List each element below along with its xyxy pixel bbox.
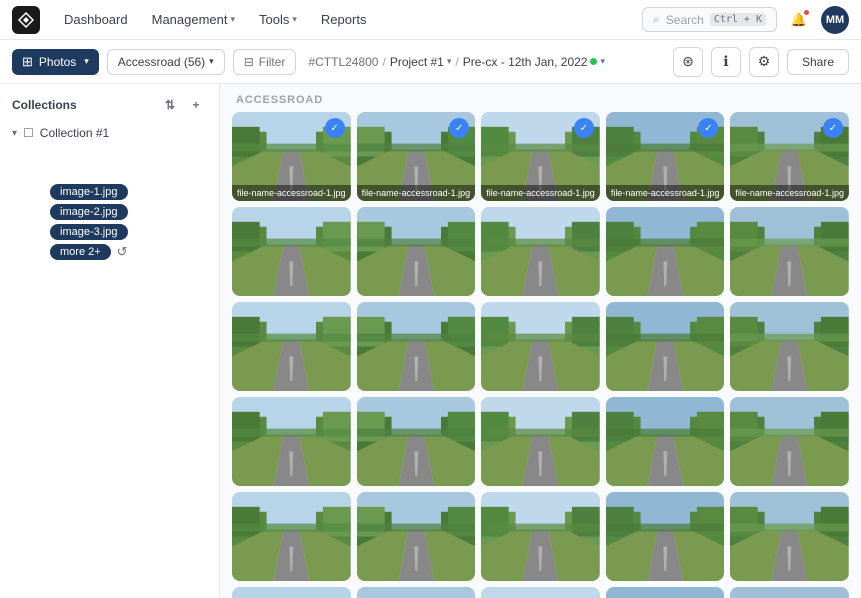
photo-cell[interactable]: [481, 397, 600, 486]
nav-tools[interactable]: Tools ▾: [251, 8, 305, 31]
photo-cell[interactable]: [730, 587, 849, 598]
search-shortcut: Ctrl + K: [710, 13, 766, 26]
photos-icon: ⊞: [22, 54, 33, 70]
check-badge: ✓: [823, 118, 843, 138]
photo-grid: ✓ file-name-accessroad-1.jpg ✓ file-name-a…: [220, 112, 861, 598]
chevron-down-icon: ▾: [231, 14, 236, 25]
photo-cell[interactable]: [357, 207, 476, 296]
photo-cell[interactable]: [481, 302, 600, 391]
add-collection-button[interactable]: +: [185, 94, 207, 116]
main-layout: Collections ⇅ + ▾ ☐ Collection #1 image-…: [0, 84, 861, 598]
search-bar[interactable]: ⌕ Search Ctrl + K: [642, 7, 777, 32]
phase-dropdown[interactable]: Pre-cx - 12th Jan, 2022 ▾: [463, 55, 605, 69]
filter-button[interactable]: ⊟ Filter: [233, 49, 297, 75]
photo-cell[interactable]: [606, 207, 725, 296]
nav-management[interactable]: Management ▾: [144, 8, 243, 31]
photo-cell[interactable]: [606, 302, 725, 391]
check-badge: ✓: [325, 118, 345, 138]
photo-cell[interactable]: [357, 492, 476, 581]
chevron-down-icon: ▾: [292, 14, 297, 25]
settings-button[interactable]: ⚙: [749, 47, 779, 77]
photo-cell[interactable]: [481, 492, 600, 581]
project-dropdown[interactable]: Project #1 ▾: [390, 55, 452, 69]
photo-cell[interactable]: [730, 302, 849, 391]
photo-cell[interactable]: [232, 207, 351, 296]
avatar[interactable]: MM: [821, 6, 849, 34]
collection-item[interactable]: ▾ ☐ Collection #1: [0, 122, 219, 144]
photo-cell[interactable]: [481, 207, 600, 296]
photo-cell[interactable]: [232, 397, 351, 486]
status-dot: [590, 58, 597, 65]
accessroad-dropdown[interactable]: Accessroad (56) ▾: [107, 49, 225, 75]
toolbar: ⊞ Photos ▾ Accessroad (56) ▾ ⊟ Filter #C…: [0, 40, 861, 84]
share-button[interactable]: Share: [787, 49, 849, 75]
info-icon: ℹ: [723, 53, 728, 70]
tags-popup: image-1.jpg image-2.jpg image-3.jpg more…: [50, 184, 128, 260]
photo-cell[interactable]: [730, 207, 849, 296]
tag-image-1[interactable]: image-1.jpg: [50, 184, 128, 200]
photo-cell[interactable]: [606, 492, 725, 581]
refresh-icon[interactable]: ↺: [117, 244, 128, 260]
layers-icon: ⊛: [682, 53, 694, 70]
photo-cell[interactable]: [606, 587, 725, 598]
photo-cell[interactable]: ✓file-name-accessroad-1.jpg: [606, 112, 725, 201]
nav-dashboard[interactable]: Dashboard: [56, 8, 136, 31]
expand-icon: ▾: [12, 128, 17, 139]
nav-reports[interactable]: Reports: [313, 8, 375, 31]
tag-image-3[interactable]: image-3.jpg: [50, 224, 128, 240]
chevron-down-icon: ▾: [209, 56, 214, 67]
photo-cell[interactable]: [357, 397, 476, 486]
photo-cell[interactable]: ✓ file-name-accessroad-1.jpg: [481, 112, 600, 201]
photo-cell[interactable]: [232, 492, 351, 581]
chevron-down-icon: ▾: [600, 56, 605, 67]
photos-button[interactable]: ⊞ Photos ▾: [12, 49, 99, 75]
photo-label: file-name-accessroad-1.jpg: [730, 185, 849, 201]
search-icon: ⌕: [653, 12, 660, 27]
photo-cell[interactable]: ✓file-name-accessroad-1.jpg: [357, 112, 476, 201]
sidebar: Collections ⇅ + ▾ ☐ Collection #1 image-…: [0, 84, 220, 598]
filter-icon: ⊟: [244, 55, 254, 69]
chevron-down-icon: ▾: [84, 56, 89, 67]
top-navigation: Dashboard Management ▾ Tools ▾ Reports ⌕…: [0, 0, 861, 40]
photo-label: file-name-accessroad-1.jpg: [357, 185, 476, 201]
photo-cell[interactable]: [357, 587, 476, 598]
collection-icon: ☐: [23, 126, 34, 140]
photo-cell[interactable]: [481, 587, 600, 598]
layers-button[interactable]: ⊛: [673, 47, 703, 77]
chevron-down-icon: ▾: [447, 56, 452, 67]
photo-label: file-name-accessroad-1.jpg: [606, 185, 725, 201]
tag-image-2[interactable]: image-2.jpg: [50, 204, 128, 220]
photo-cell[interactable]: [730, 492, 849, 581]
app-logo[interactable]: [12, 6, 40, 34]
breadcrumb: #CTTL24800 / Project #1 ▾ / Pre-cx - 12t…: [308, 55, 605, 69]
photo-cell[interactable]: [232, 587, 351, 598]
info-button[interactable]: ℹ: [711, 47, 741, 77]
more-tags-button[interactable]: more 2+: [50, 244, 111, 260]
photo-cell[interactable]: ✓ file-name-accessroad-1.jpg: [232, 112, 351, 201]
sidebar-header: Collections ⇅ +: [0, 84, 219, 122]
notifications-button[interactable]: 🔔: [785, 6, 813, 34]
photo-cell[interactable]: [730, 397, 849, 486]
sort-collections-button[interactable]: ⇅: [159, 94, 181, 116]
check-badge: ✓: [574, 118, 594, 138]
photo-cell[interactable]: [232, 302, 351, 391]
notification-dot: [803, 9, 810, 16]
photo-cell[interactable]: [606, 397, 725, 486]
photo-content-area: ACCESSROAD ✓ file-name-accessroad-1.jpg: [220, 84, 861, 598]
photo-cell[interactable]: [357, 302, 476, 391]
photo-label: file-name-accessroad-1.jpg: [232, 185, 351, 201]
photo-label: file-name-accessroad-1.jpg: [481, 185, 600, 201]
photo-cell[interactable]: ✓ file-name-accessroad-1.jpg: [730, 112, 849, 201]
gear-icon: ⚙: [758, 53, 771, 70]
section-header: ACCESSROAD: [220, 84, 861, 112]
